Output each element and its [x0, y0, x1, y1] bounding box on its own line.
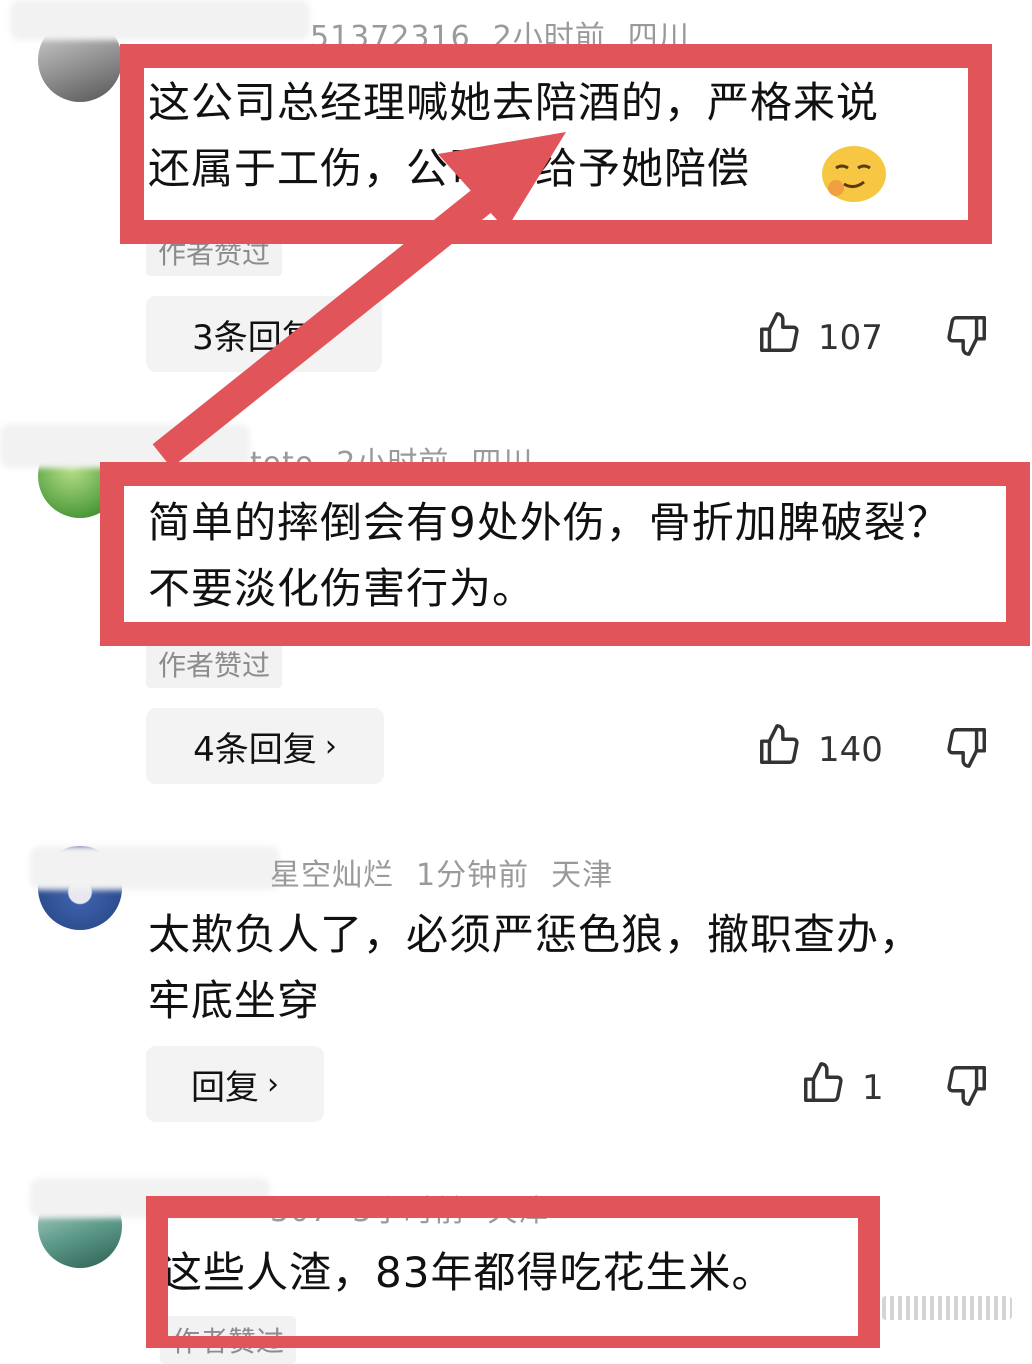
- watermark: [882, 1296, 1012, 1320]
- watermark-icon: [882, 1296, 1012, 1320]
- arrow-annotation-icon: [152, 132, 566, 468]
